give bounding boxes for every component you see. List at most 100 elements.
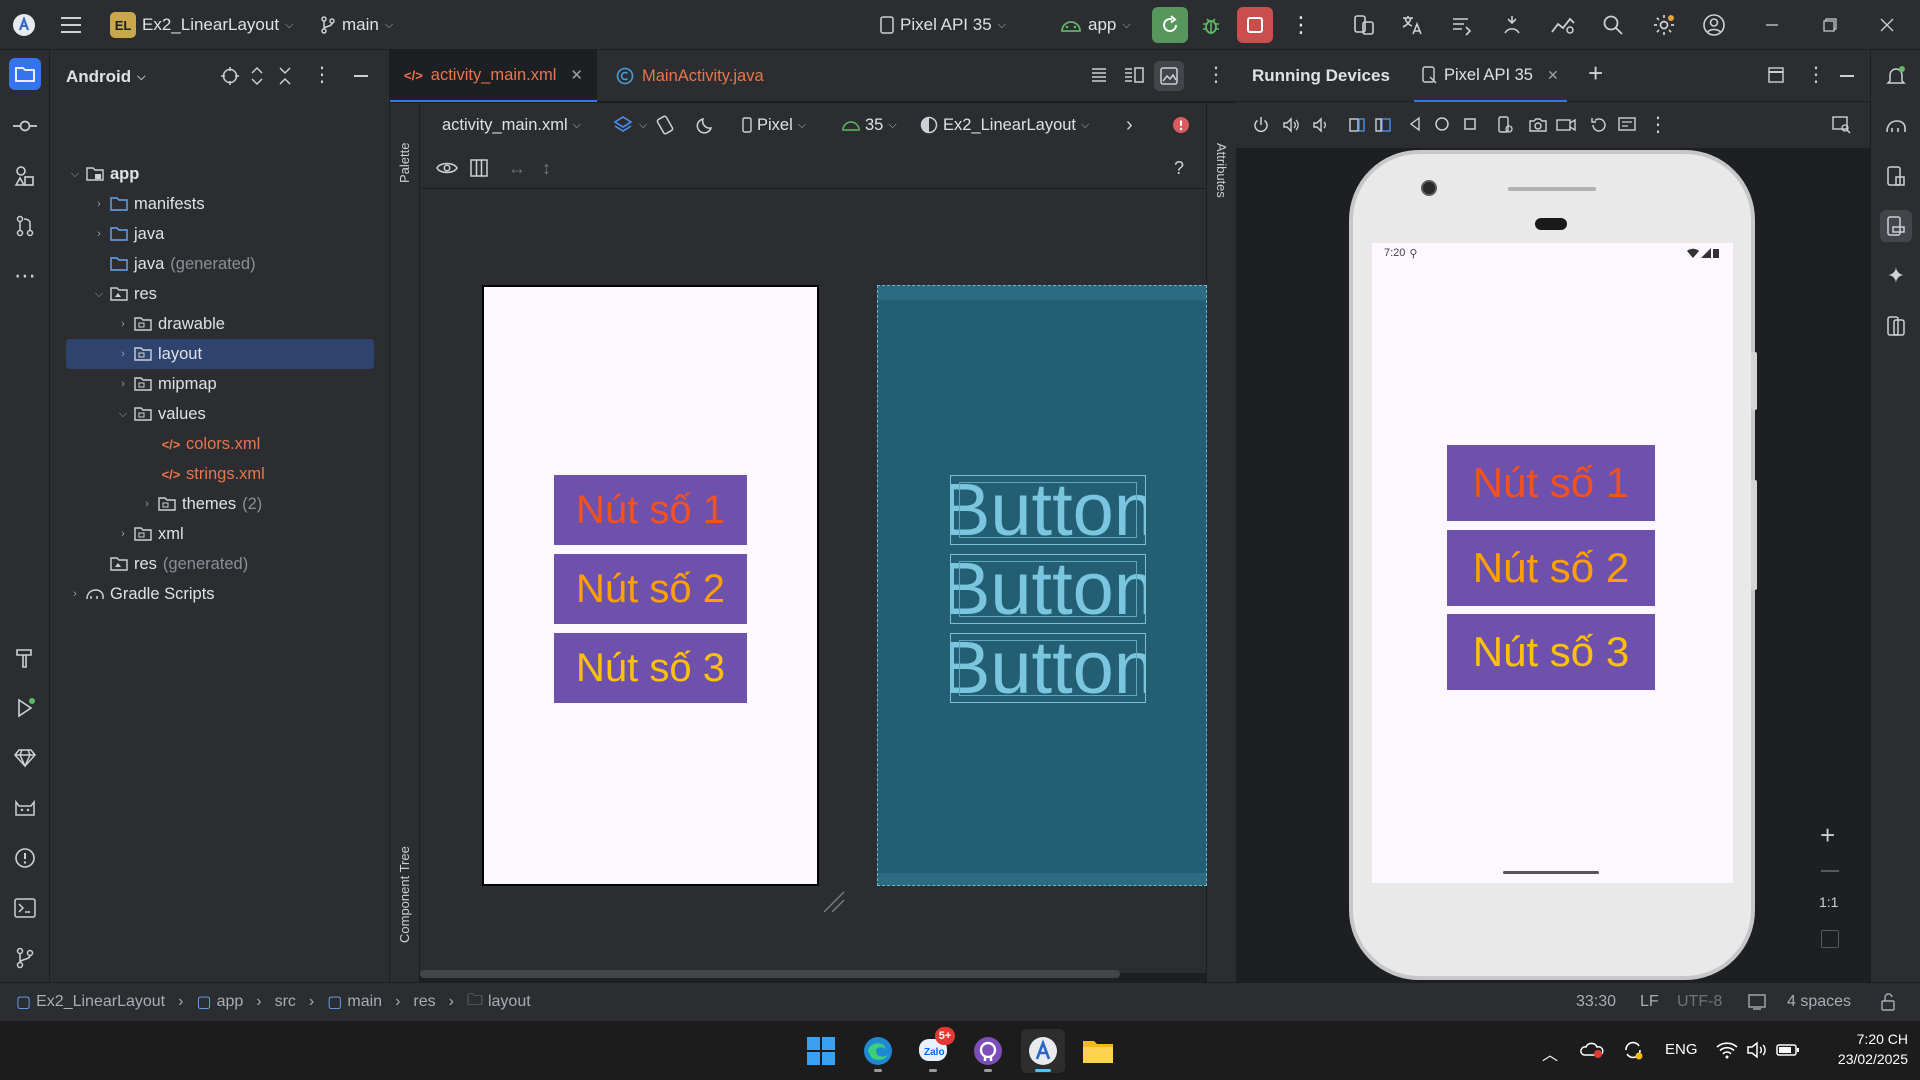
taskbar-clock[interactable]: 7:20 CH 23/02/2025 xyxy=(1812,1029,1908,1069)
horizontal-resize-icon[interactable]: ↔ xyxy=(508,147,526,189)
file-encoding[interactable]: UTF-8 xyxy=(1677,983,1722,1021)
tab-device-pixel-api-35[interactable]: Pixel API 35 ✕ xyxy=(1414,50,1567,102)
tree-item-manifests[interactable]: › manifests xyxy=(50,189,390,219)
tree-item-java[interactable]: › java xyxy=(50,219,390,249)
rotate-right-icon[interactable] xyxy=(1374,116,1392,134)
collapse-all-icon[interactable] xyxy=(278,66,292,86)
run-tool-button[interactable] xyxy=(9,692,41,724)
resource-manager-button[interactable] xyxy=(9,160,41,192)
device-info-icon[interactable] xyxy=(1496,116,1514,134)
taskbar-zalo[interactable]: Zalo 5+ xyxy=(911,1027,955,1073)
view-options-button[interactable] xyxy=(436,147,458,189)
commit-tool-button[interactable] xyxy=(9,110,41,142)
power-icon[interactable] xyxy=(1252,116,1270,134)
breadcrumb-item[interactable]: src xyxy=(275,993,296,1011)
app-quality-insights-button[interactable] xyxy=(9,742,41,774)
device-preview-selector[interactable]: Pixel ⌵ xyxy=(742,103,806,147)
device-selector[interactable]: Pixel API 35 ⌵ xyxy=(880,0,1006,50)
night-mode-button[interactable] xyxy=(696,103,716,147)
terminal-button[interactable] xyxy=(9,892,41,924)
close-tab-icon[interactable]: ✕ xyxy=(1547,67,1559,84)
pull-requests-button[interactable] xyxy=(9,210,41,242)
layout-file-selector[interactable]: activity_main.xml ⌵ xyxy=(442,103,581,147)
version-control-button[interactable] xyxy=(9,942,41,974)
screenshot-icon[interactable] xyxy=(1528,116,1548,134)
window-mode-icon[interactable] xyxy=(1768,67,1784,83)
zoom-in-icon[interactable]: + xyxy=(1820,820,1835,851)
gradle-tool-button[interactable] xyxy=(1880,110,1912,142)
system-tray-status[interactable] xyxy=(1716,1041,1800,1059)
tree-item-app[interactable]: ⌵ app xyxy=(50,159,390,189)
help-icon[interactable]: ? xyxy=(1174,147,1184,189)
search-icon[interactable] xyxy=(1602,0,1624,50)
tree-item-colors-xml[interactable]: </> colors.xml xyxy=(50,429,390,459)
design-preview-screen[interactable]: Nút số 1 Nút số 2 Nút số 3 xyxy=(482,285,819,886)
home-icon[interactable] xyxy=(1434,116,1450,132)
vertical-resize-icon[interactable]: ↕ xyxy=(542,147,551,189)
notifications-button[interactable] xyxy=(1880,60,1912,92)
resize-handle-icon[interactable] xyxy=(822,890,846,918)
indent-setting[interactable]: 4 spaces xyxy=(1787,983,1851,1021)
translate-icon[interactable] xyxy=(1400,0,1424,50)
taskbar-android-studio[interactable] xyxy=(1021,1029,1065,1073)
sync-status-icon[interactable] xyxy=(1622,1039,1644,1065)
blueprint-button-2[interactable]: Button xyxy=(950,554,1146,624)
theme-selector[interactable]: Ex2_LinearLayout ⌵ xyxy=(920,103,1089,147)
rotate-left-icon[interactable] xyxy=(1348,116,1366,134)
tree-item-res[interactable]: ⌵ res xyxy=(50,279,390,309)
device-screen[interactable]: 7:20 ⚲ Nút số 1 Nút số 2 Nút số 3 xyxy=(1372,243,1733,883)
blueprint-button-3[interactable]: Button xyxy=(950,633,1146,703)
taskbar-edge[interactable] xyxy=(856,1029,900,1073)
caret-position[interactable]: 33:30 xyxy=(1576,983,1616,1021)
code-view-icon[interactable] xyxy=(1090,66,1108,84)
stop-button[interactable] xyxy=(1237,7,1273,43)
error-indicator-icon[interactable] xyxy=(1172,103,1190,147)
device-button-3[interactable]: Nút số 3 xyxy=(1447,614,1655,690)
back-icon[interactable] xyxy=(1408,116,1422,132)
device-button-1[interactable]: Nút số 1 xyxy=(1447,445,1655,521)
orientation-button[interactable] xyxy=(654,103,676,147)
more-actions-icon[interactable]: ⋮ xyxy=(1290,0,1312,50)
main-menu-icon[interactable] xyxy=(60,0,82,50)
overview-icon[interactable] xyxy=(1462,116,1478,132)
breadcrumb-item[interactable]: main xyxy=(347,993,382,1011)
extended-controls-icon[interactable] xyxy=(1618,116,1636,134)
tree-item-xml[interactable]: › xml xyxy=(50,519,390,549)
api-level-selector[interactable]: 35 ⌵ xyxy=(842,103,897,147)
unlock-icon[interactable] xyxy=(1880,983,1896,1021)
preview-button-1[interactable]: Nút số 1 xyxy=(554,475,747,545)
tree-item-mipmap[interactable]: › mipmap xyxy=(50,369,390,399)
tree-item-java-generated[interactable]: java (generated) xyxy=(50,249,390,279)
project-view-selector[interactable]: Android ⌵ xyxy=(66,50,146,104)
layout-inspector-icon[interactable] xyxy=(1832,116,1852,134)
tree-item-strings-xml[interactable]: </> strings.xml xyxy=(50,459,390,489)
apply-changes-button[interactable] xyxy=(1152,7,1188,43)
branch-selector[interactable]: main ⌵ xyxy=(320,0,393,50)
running-devices-button[interactable] xyxy=(1880,210,1912,242)
zoom-out-icon[interactable] xyxy=(1821,870,1839,872)
hide-panel-icon[interactable] xyxy=(354,75,368,77)
component-tree-tab[interactable]: Component Tree xyxy=(397,846,412,943)
device-manager-icon[interactable] xyxy=(1352,0,1376,50)
split-view-icon[interactable] xyxy=(1124,66,1144,84)
sync-gradle-icon[interactable] xyxy=(1450,0,1474,50)
device-button-2[interactable]: Nút số 2 xyxy=(1447,530,1655,606)
design-surface-button[interactable]: ⌵ xyxy=(612,103,647,147)
line-separator[interactable]: LF xyxy=(1640,983,1659,1021)
preview-button-2[interactable]: Nút số 2 xyxy=(554,554,747,624)
problems-button[interactable] xyxy=(9,842,41,874)
expand-all-icon[interactable] xyxy=(250,66,264,86)
more-tools-icon[interactable]: ⋯ xyxy=(9,260,41,292)
windows-start-button[interactable] xyxy=(799,1029,843,1073)
volume-up-icon[interactable] xyxy=(1282,116,1300,134)
run-config-selector[interactable]: app ⌵ xyxy=(1060,0,1131,50)
zoom-actual-size[interactable]: 1:1 xyxy=(1819,894,1838,910)
blueprint-button-1[interactable]: Button xyxy=(950,475,1146,545)
restore-window-icon[interactable] xyxy=(1823,0,1837,50)
device-mirroring-button[interactable] xyxy=(1880,310,1912,342)
panel-options-icon[interactable]: ⋮ xyxy=(1806,62,1826,87)
screen-record-icon[interactable] xyxy=(1556,116,1576,134)
profiler-icon[interactable] xyxy=(1550,0,1576,50)
toolbar-overflow-icon[interactable]: › xyxy=(1126,103,1133,147)
taskbar-file-explorer[interactable] xyxy=(1076,1029,1120,1073)
